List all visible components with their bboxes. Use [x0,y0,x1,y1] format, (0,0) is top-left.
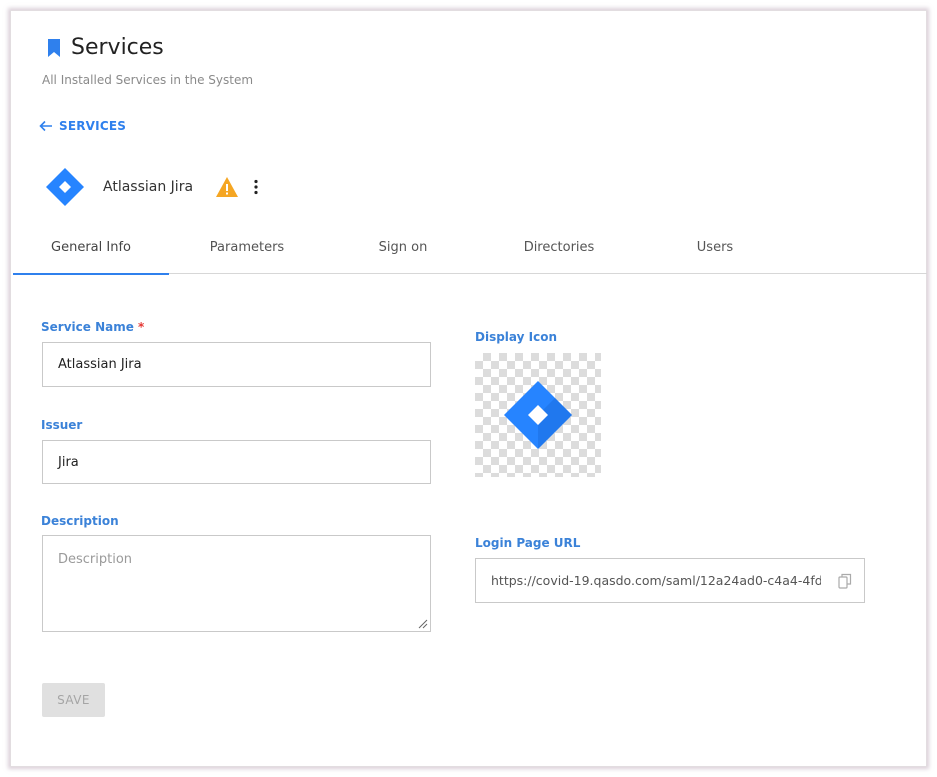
tab-general-info[interactable]: General Info [13,235,169,275]
login-url-input[interactable]: https://covid-19.qasdo.com/saml/12a24ad0… [475,558,865,603]
required-marker: * [138,320,145,334]
kebab-menu-icon[interactable] [253,179,259,195]
back-to-services-link[interactable]: SERVICES [39,119,126,133]
service-header: Atlassian Jira [45,167,259,207]
service-name: Atlassian Jira [103,179,194,195]
display-icon-preview[interactable] [475,353,601,477]
service-name-input[interactable]: Atlassian Jira [42,342,431,387]
arrow-left-icon [39,120,52,132]
page-header: Services [47,35,164,60]
jira-logo-large-icon [504,381,572,449]
services-panel: Services All Installed Services in the S… [10,10,927,767]
issuer-label: Issuer [41,418,83,432]
tab-bar: General Info Parameters Sign on Director… [13,235,927,275]
tab-parameters[interactable]: Parameters [169,235,325,273]
display-icon-label: Display Icon [475,330,558,344]
login-url-value: https://covid-19.qasdo.com/saml/12a24ad0… [491,573,821,588]
back-label: SERVICES [59,119,127,133]
service-name-label-text: Service Name [41,320,134,334]
tab-directories[interactable]: Directories [481,235,637,273]
login-url-label: Login Page URL [475,536,581,550]
warning-triangle-icon [216,177,239,197]
issuer-input[interactable]: Jira [42,440,431,484]
tab-sign-on[interactable]: Sign on [325,235,481,273]
jira-logo-icon [46,168,84,206]
copy-icon[interactable] [838,573,852,589]
page-subtitle: All Installed Services in the System [42,73,254,87]
bookmark-icon [48,38,60,57]
resize-handle-icon[interactable] [418,619,428,629]
page-title: Services [71,35,164,60]
save-button[interactable]: SAVE [42,683,105,717]
tab-users[interactable]: Users [637,235,793,273]
description-textarea[interactable]: Description [42,535,431,632]
description-placeholder: Description [58,552,133,567]
service-name-label: Service Name * [41,320,144,334]
description-label: Description [41,514,119,528]
